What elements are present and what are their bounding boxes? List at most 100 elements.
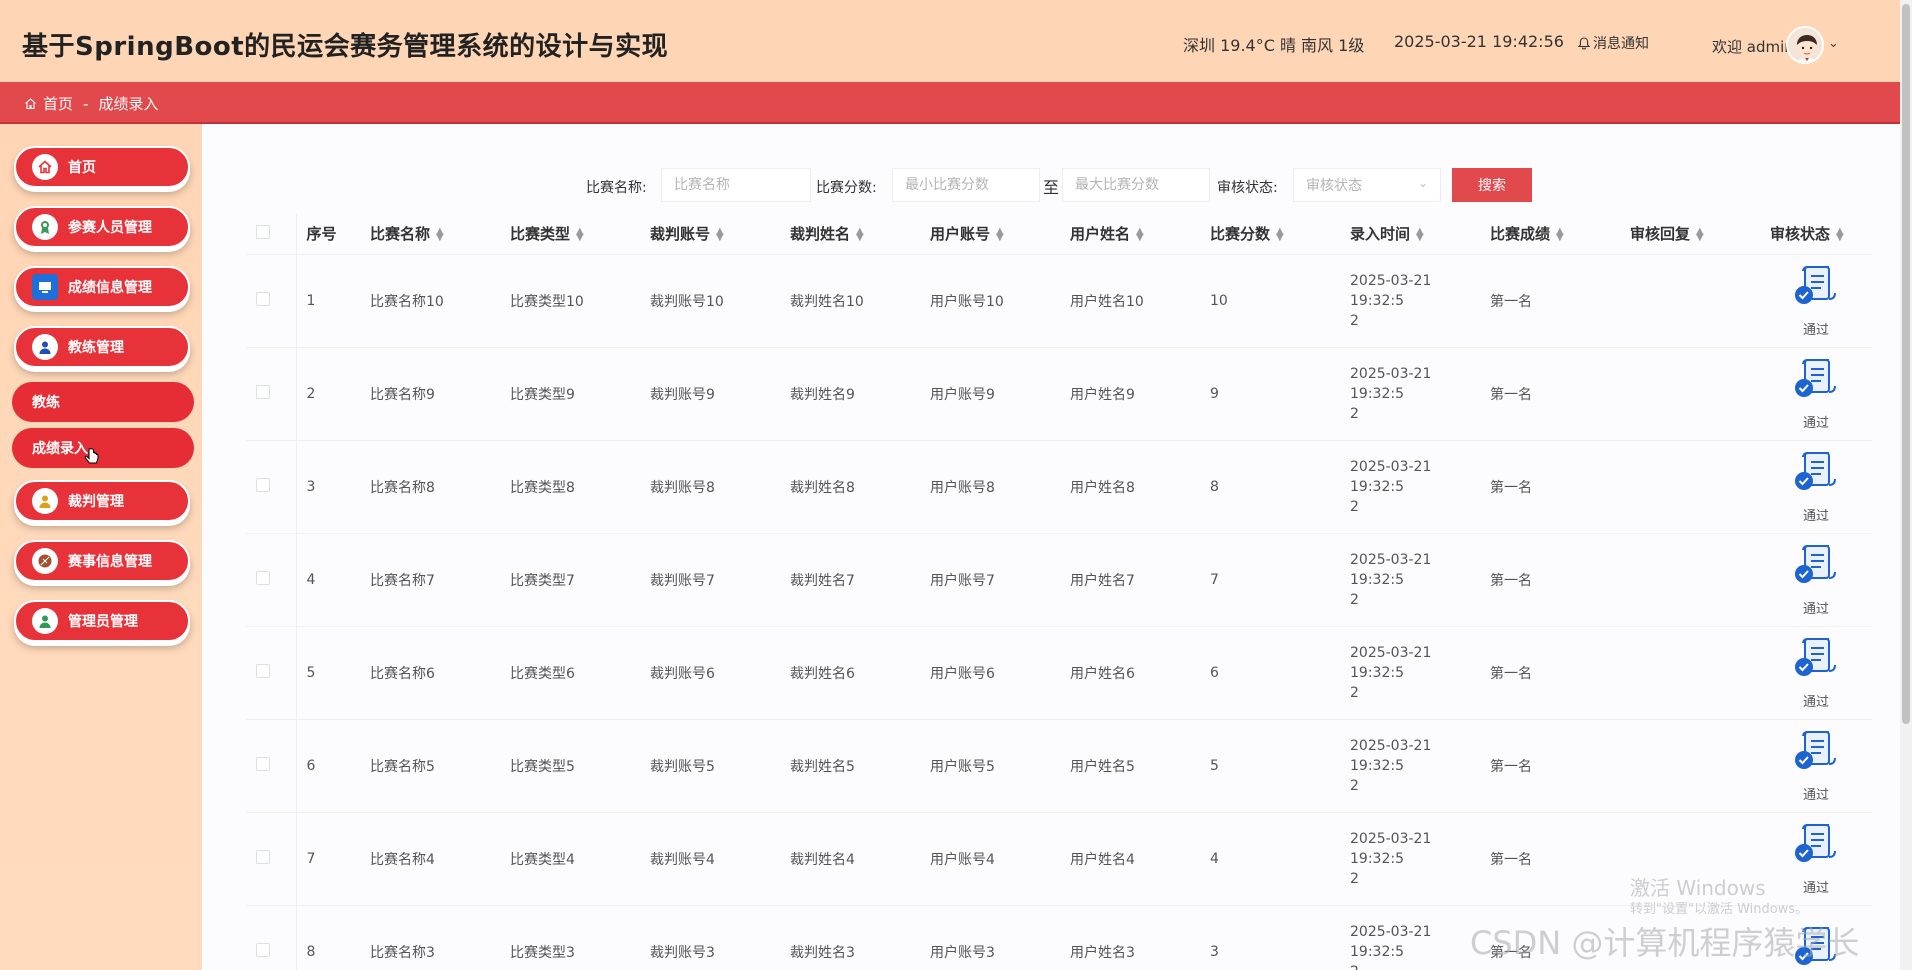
column-header-label: 审核回复 <box>1630 225 1691 244</box>
sort-icon[interactable]: ▲ ▼ <box>716 226 724 242</box>
avatar[interactable] <box>1786 26 1824 64</box>
cell-user-name: 用户姓名4 <box>1060 811 1200 905</box>
row-select-cell <box>246 904 296 970</box>
cell-score: 8 <box>1200 439 1340 533</box>
row-select-cell <box>246 625 296 719</box>
sort-icon[interactable]: ▲ ▼ <box>856 226 864 242</box>
audit-document-icon[interactable] <box>1760 635 1872 685</box>
audit-document-icon[interactable] <box>1760 821 1872 871</box>
column-header-label: 比赛成绩 <box>1490 225 1551 244</box>
sidebar-item-participants[interactable]: 参赛人员管理 <box>14 206 190 248</box>
notice-link[interactable]: 消息通知 <box>1578 33 1649 53</box>
column-header[interactable]: 用户姓名 ▲ ▼ <box>1060 214 1200 254</box>
row-checkbox[interactable] <box>256 384 270 399</box>
sort-icon[interactable]: ▲ ▼ <box>1556 226 1564 242</box>
admin-icon <box>32 608 58 634</box>
cell-user-account: 用户账号9 <box>920 346 1060 440</box>
cell-entry-time: 2025-03-21 19:32:5 2 <box>1340 811 1480 905</box>
sidebar-item-scores[interactable]: 成绩信息管理 <box>14 266 190 308</box>
column-header[interactable]: 比赛成绩 ▲ ▼ <box>1480 214 1620 254</box>
column-header-label: 审核状态 <box>1770 225 1831 244</box>
column-header-label: 比赛分数 <box>1210 225 1271 244</box>
status-text: 通过 <box>1802 602 1829 617</box>
row-checkbox[interactable] <box>256 477 270 492</box>
column-header[interactable]: 比赛名称 ▲ ▼ <box>360 214 500 254</box>
audit-document-icon[interactable] <box>1760 542 1872 592</box>
user-avatar-icon <box>1788 28 1822 62</box>
cell-referee-account: 裁判账号8 <box>640 439 780 533</box>
cell-status: 通过 <box>1760 253 1872 347</box>
sort-icon[interactable]: ▲ ▼ <box>1276 226 1284 242</box>
row-checkbox[interactable] <box>256 663 270 678</box>
cell-user-name: 用户姓名10 <box>1060 253 1200 347</box>
row-checkbox[interactable] <box>256 942 270 957</box>
column-header[interactable]: 比赛分数 ▲ ▼ <box>1200 214 1340 254</box>
notice-label: 消息通知 <box>1593 36 1649 52</box>
activate-windows-title: 激活 Windows <box>1630 876 1766 900</box>
cell-referee-name: 裁判姓名8 <box>780 439 920 533</box>
chevron-down-icon[interactable]: ⌄ <box>1828 36 1839 51</box>
search-bar: 比赛名称: 比赛分数: 至 审核状态: 审核状态 ⌄ 搜索 <box>0 168 1900 202</box>
cell-match-type: 比赛类型8 <box>500 439 640 533</box>
cell-entry-time: 2025-03-21 19:32:5 2 <box>1340 253 1480 347</box>
audit-document-icon[interactable] <box>1760 449 1872 499</box>
audit-document-icon[interactable] <box>1760 263 1872 313</box>
breadcrumb-home[interactable]: 首页 <box>43 93 73 114</box>
sidebar-subitem-score-entry[interactable]: 成绩录入 <box>12 428 194 468</box>
row-checkbox[interactable] <box>256 756 270 771</box>
weather-info: 深圳 19.4°C 晴 南风 1级 <box>1183 36 1365 55</box>
column-header: 序号 <box>295 214 360 254</box>
column-header[interactable]: 裁判姓名 ▲ ▼ <box>780 214 920 254</box>
select-all-checkbox[interactable] <box>256 224 270 239</box>
cell-status: 通过 <box>1760 718 1872 812</box>
entry-time-line1: 2025-03-21 19:32:5 <box>1350 737 1432 774</box>
sort-icon[interactable]: ▲ ▼ <box>576 226 584 242</box>
cell-no: 1 <box>295 253 360 347</box>
sidebar-subitem-label: 成绩录入 <box>32 441 88 457</box>
cell-entry-time: 2025-03-21 19:32:5 2 <box>1340 625 1480 719</box>
row-checkbox[interactable] <box>256 849 270 864</box>
page-scrollbar[interactable] <box>1900 0 1912 970</box>
sidebar-item-label: 教练管理 <box>68 340 124 356</box>
sort-icon[interactable]: ▲ ▼ <box>1136 226 1144 242</box>
column-header-label: 用户姓名 <box>1070 225 1131 244</box>
row-checkbox[interactable] <box>256 291 270 306</box>
column-header[interactable]: 录入时间 ▲ ▼ <box>1340 214 1480 254</box>
row-select-cell <box>246 718 296 812</box>
cell-entry-time: 2025-03-21 19:32:5 2 <box>1340 346 1480 440</box>
audit-document-icon[interactable] <box>1760 356 1872 406</box>
search-button[interactable]: 搜索 <box>1452 168 1532 202</box>
welcome-text: 欢迎 admin <box>1712 38 1794 56</box>
column-header-label: 比赛类型 <box>510 225 571 244</box>
sidebar-item-events[interactable]: 赛事信息管理 <box>14 540 190 582</box>
cell-no: 7 <box>295 811 360 905</box>
referee-icon <box>32 488 58 514</box>
sort-icon[interactable]: ▲ ▼ <box>436 226 444 242</box>
column-header[interactable]: 裁判账号 ▲ ▼ <box>640 214 780 254</box>
match-name-input[interactable] <box>661 168 811 202</box>
sidebar-item-admins[interactable]: 管理员管理 <box>14 600 190 642</box>
column-header[interactable]: 比赛类型 ▲ ▼ <box>500 214 640 254</box>
sidebar-item-referees[interactable]: 裁判管理 <box>14 480 190 522</box>
max-score-input[interactable] <box>1062 168 1210 202</box>
sidebar-subitem-coach[interactable]: 教练 <box>12 382 194 422</box>
sort-icon[interactable]: ▲ ▼ <box>1696 226 1704 242</box>
cell-score: 10 <box>1200 253 1340 347</box>
status-select[interactable]: 审核状态 ⌄ <box>1293 168 1441 202</box>
entry-time-line2: 2 <box>1350 498 1359 515</box>
sidebar-item-coaches[interactable]: 教练管理 <box>14 326 190 368</box>
column-header[interactable]: 审核回复 ▲ ▼ <box>1620 214 1760 254</box>
sort-icon[interactable]: ▲ ▼ <box>1836 226 1844 242</box>
entry-time-line2: 2 <box>1350 312 1359 329</box>
row-checkbox[interactable] <box>256 570 270 585</box>
cell-no: 8 <box>295 904 360 970</box>
audit-document-icon[interactable] <box>1760 728 1872 778</box>
min-score-input[interactable] <box>892 168 1040 202</box>
column-header[interactable]: 用户账号 ▲ ▼ <box>920 214 1060 254</box>
table-row: 6 比赛名称5 比赛类型5 裁判账号5 裁判姓名5 用户账号5 用户姓名5 5 … <box>246 718 1872 812</box>
cell-user-account: 用户账号5 <box>920 718 1060 812</box>
column-header[interactable]: 审核状态 ▲ ▼ <box>1760 214 1872 254</box>
sort-icon[interactable]: ▲ ▼ <box>996 226 1004 242</box>
scrollbar-thumb[interactable] <box>1902 4 1910 724</box>
sort-icon[interactable]: ▲ ▼ <box>1416 226 1424 242</box>
